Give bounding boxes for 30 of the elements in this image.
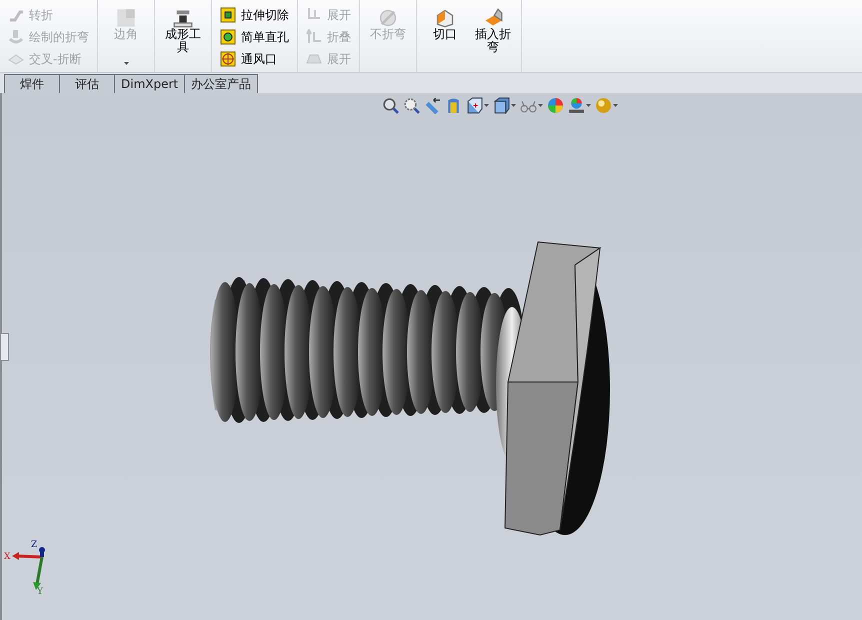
caret-icon: [484, 104, 489, 106]
panel-handle[interactable]: [0, 333, 9, 361]
caret-icon: [124, 62, 128, 65]
ribbon-button[interactable]: 成形工具: [161, 2, 205, 72]
ribbon-button[interactable]: 拉伸切除: [218, 5, 291, 25]
caret-icon: [511, 104, 516, 106]
view-toolbar-button[interactable]: [466, 95, 489, 115]
ribbon-button[interactable]: 插入折弯: [471, 2, 515, 72]
view-toolbar-button[interactable]: [424, 95, 441, 115]
ribbon-button[interactable]: 切口: [423, 2, 467, 72]
vent-icon: [220, 51, 236, 67]
hole-icon: [220, 29, 236, 45]
tab[interactable]: 评估: [59, 74, 115, 93]
axis-label: Y: [37, 587, 43, 594]
zoom-area-icon: [403, 96, 420, 114]
tab[interactable]: 焊件: [4, 74, 60, 93]
caret-icon: [538, 104, 543, 106]
axis-label: X: [4, 552, 10, 562]
cut-icon: [220, 7, 236, 23]
tab[interactable]: DimXpert: [114, 74, 186, 93]
ribbon-button[interactable]: 通风口: [218, 49, 291, 69]
zoom-fit-icon: [382, 96, 399, 114]
axis-label: Z: [31, 540, 38, 550]
view-toolbar-button[interactable]: [493, 95, 516, 115]
ribbon-button[interactable]: 简单直孔: [218, 27, 291, 47]
tab[interactable]: 办公室产品: [184, 74, 258, 93]
caret-icon: [586, 104, 591, 106]
view-toolbar-button[interactable]: [568, 95, 591, 115]
previous-view-icon: [424, 96, 441, 114]
caret-icon: [613, 104, 618, 106]
